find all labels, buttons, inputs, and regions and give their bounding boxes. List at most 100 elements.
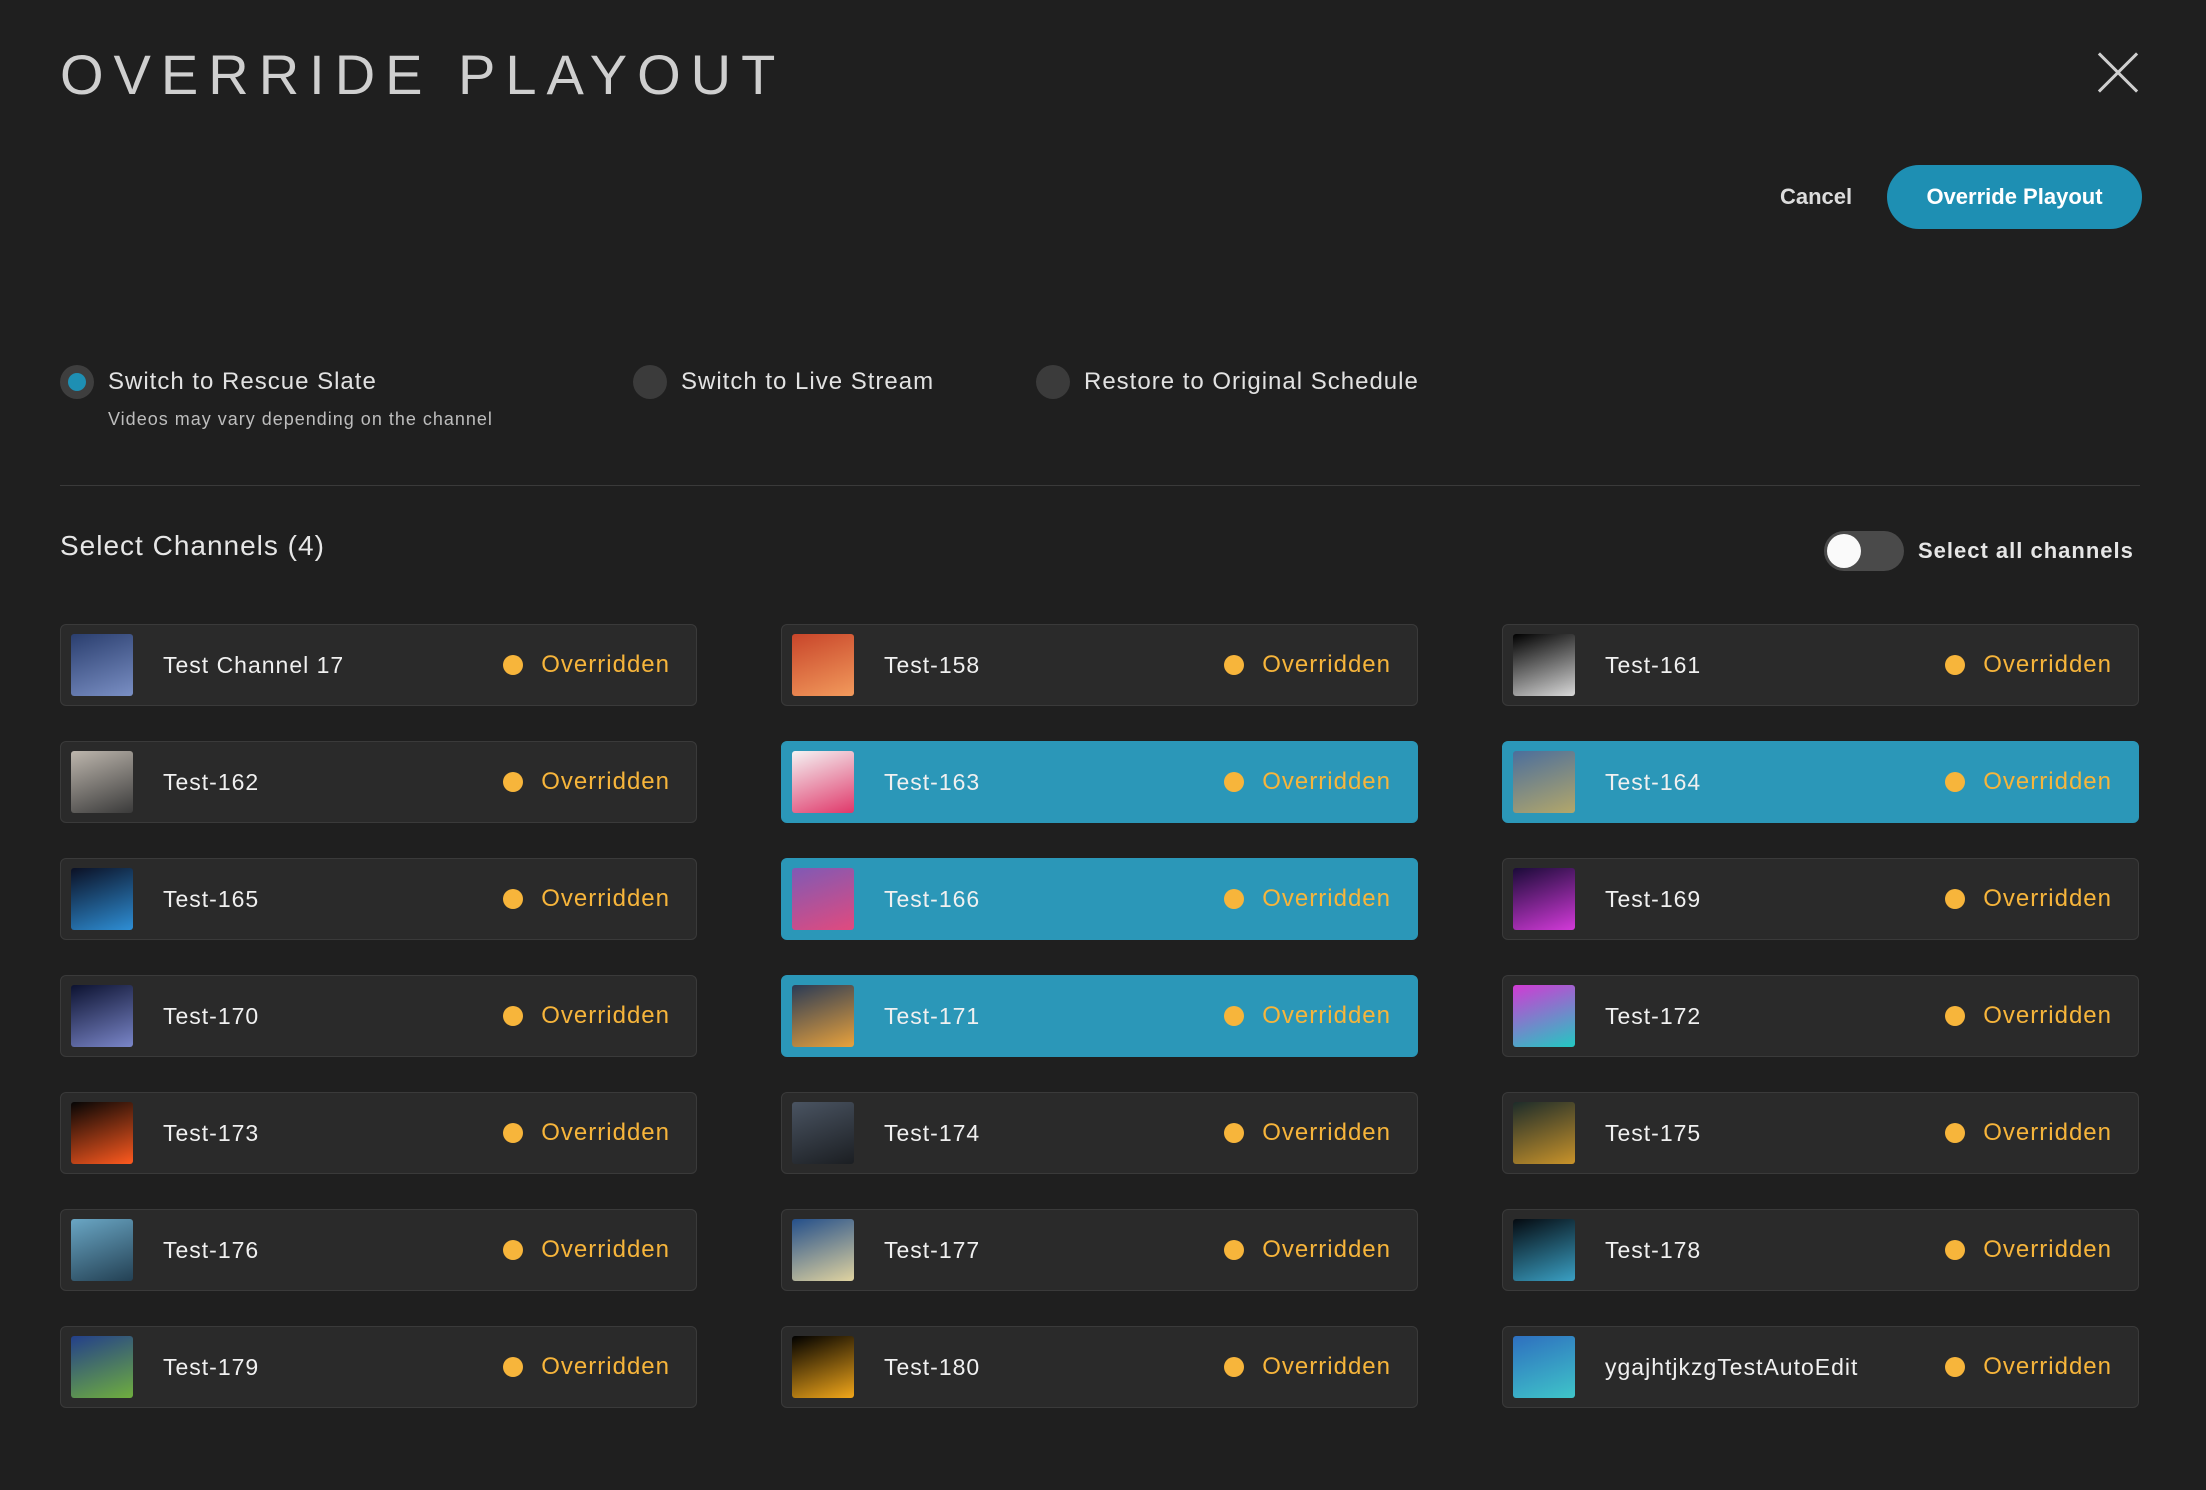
status-badge: Overridden (1945, 1236, 2112, 1264)
close-icon[interactable] (2095, 50, 2141, 96)
select-all-toggle[interactable] (1824, 531, 1904, 571)
channel-card[interactable]: ygajhtjkzgTestAutoEdit Overridden (1502, 1326, 2139, 1408)
channel-card[interactable]: Test-162 Overridden (60, 741, 697, 823)
status-dot-icon (1224, 1240, 1245, 1260)
cancel-button[interactable]: Cancel (1780, 176, 1852, 218)
status-badge: Overridden (1224, 768, 1391, 796)
channel-thumbnail (792, 634, 854, 696)
option-rescue-slate[interactable]: Switch to Rescue Slate Videos may vary d… (60, 365, 493, 430)
channel-name: Test-166 (884, 885, 981, 912)
channel-card[interactable]: Test-172 Overridden (1502, 975, 2139, 1057)
channel-card[interactable]: Test-174 Overridden (781, 1092, 1418, 1174)
status-text: Overridden (541, 1119, 670, 1146)
status-dot-icon (503, 655, 524, 675)
option-restore-schedule[interactable]: Restore to Original Schedule (1036, 365, 1419, 399)
channel-card[interactable]: Test-171 Overridden (781, 975, 1418, 1057)
channel-card[interactable]: Test-176 Overridden (60, 1209, 697, 1291)
channel-name: Test-169 (1605, 885, 1702, 912)
channel-card[interactable]: Test-164 Overridden (1502, 741, 2139, 823)
status-badge: Overridden (503, 1353, 670, 1381)
channel-name: Test-162 (163, 768, 260, 795)
radio-live-stream[interactable] (633, 365, 667, 399)
status-text: Overridden (1983, 885, 2112, 912)
status-dot-icon (1945, 655, 1966, 675)
channel-thumbnail (792, 751, 854, 813)
channel-card[interactable]: Test-169 Overridden (1502, 858, 2139, 940)
status-badge: Overridden (503, 651, 670, 679)
status-text: Overridden (1983, 1236, 2112, 1263)
channel-thumbnail (1513, 751, 1575, 813)
channel-card[interactable]: Test-178 Overridden (1502, 1209, 2139, 1291)
channel-thumbnail (792, 985, 854, 1047)
channel-name: Test-161 (1605, 651, 1702, 678)
status-dot-icon (1945, 772, 1966, 792)
channel-card[interactable]: Test-166 Overridden (781, 858, 1418, 940)
channel-name: Test-177 (884, 1236, 981, 1263)
channel-grid: Test Channel 17 Overridden Test-158 Overrid… (60, 624, 2140, 1408)
status-badge: Overridden (1945, 885, 2112, 913)
status-badge: Overridden (1945, 1119, 2112, 1147)
radio-restore-schedule[interactable] (1036, 365, 1070, 399)
select-channels-title: Select Channels (4) (60, 530, 325, 561)
status-dot-icon (503, 772, 524, 792)
channel-card[interactable]: Test-173 Overridden (60, 1092, 697, 1174)
channel-card[interactable]: Test-161 Overridden (1502, 624, 2139, 706)
channel-card[interactable]: Test-177 Overridden (781, 1209, 1418, 1291)
channel-card[interactable]: Test-158 Overridden (781, 624, 1418, 706)
channel-thumbnail (71, 868, 133, 930)
channel-name: ygajhtjkzgTestAutoEdit (1605, 1353, 1859, 1380)
status-text: Overridden (1983, 1353, 2112, 1380)
status-text: Overridden (541, 768, 670, 795)
status-text: Overridden (541, 1236, 670, 1263)
channel-card[interactable]: Test-170 Overridden (60, 975, 697, 1057)
status-text: Overridden (1983, 1002, 2112, 1029)
status-dot-icon (1224, 772, 1245, 792)
channel-thumbnail (1513, 1219, 1575, 1281)
channel-card[interactable]: Test-165 Overridden (60, 858, 697, 940)
channel-name: Test-174 (884, 1119, 981, 1146)
status-text: Overridden (1262, 651, 1391, 678)
status-badge: Overridden (1224, 1119, 1391, 1147)
status-dot-icon (1945, 1006, 1966, 1026)
channel-card[interactable]: Test-179 Overridden (60, 1326, 697, 1408)
radio-rescue-slate[interactable] (60, 365, 94, 399)
channel-name: Test-180 (884, 1353, 981, 1380)
status-badge: Overridden (1945, 768, 2112, 796)
status-text: Overridden (1262, 1236, 1391, 1263)
channel-name: Test-170 (163, 1002, 260, 1029)
status-badge: Overridden (1224, 1353, 1391, 1381)
option-live-stream[interactable]: Switch to Live Stream (633, 365, 934, 399)
status-dot-icon (1224, 889, 1245, 909)
status-dot-icon (503, 1357, 524, 1377)
channel-card[interactable]: Test-180 Overridden (781, 1326, 1418, 1408)
channel-thumbnail (71, 1336, 133, 1398)
status-text: Overridden (1983, 768, 2112, 795)
status-text: Overridden (1262, 768, 1391, 795)
channel-thumbnail (792, 1219, 854, 1281)
channel-name: Test Channel 17 (163, 651, 345, 678)
option-label: Restore to Original Schedule (1084, 368, 1419, 395)
status-dot-icon (1224, 1357, 1245, 1377)
channel-card[interactable]: Test-163 Overridden (781, 741, 1418, 823)
status-badge: Overridden (1945, 1002, 2112, 1030)
status-text: Overridden (1983, 1119, 2112, 1146)
status-dot-icon (503, 1006, 524, 1026)
channel-card[interactable]: Test-175 Overridden (1502, 1092, 2139, 1174)
status-text: Overridden (541, 651, 670, 678)
channel-card[interactable]: Test Channel 17 Overridden (60, 624, 697, 706)
channel-thumbnail (1513, 868, 1575, 930)
playout-options: Switch to Rescue Slate Videos may vary d… (60, 365, 2140, 445)
channel-name: Test-173 (163, 1119, 260, 1146)
status-text: Overridden (1262, 1353, 1391, 1380)
status-text: Overridden (1262, 1002, 1391, 1029)
override-playout-button[interactable]: Override Playout (1887, 165, 2142, 229)
status-dot-icon (1224, 1123, 1245, 1143)
channel-name: Test-175 (1605, 1119, 1702, 1146)
channel-thumbnail (1513, 1336, 1575, 1398)
channel-thumbnail (792, 868, 854, 930)
channel-name: Test-163 (884, 768, 981, 795)
channel-thumbnail (792, 1336, 854, 1398)
channel-thumbnail (792, 1102, 854, 1164)
channel-name: Test-165 (163, 885, 260, 912)
status-text: Overridden (541, 1002, 670, 1029)
